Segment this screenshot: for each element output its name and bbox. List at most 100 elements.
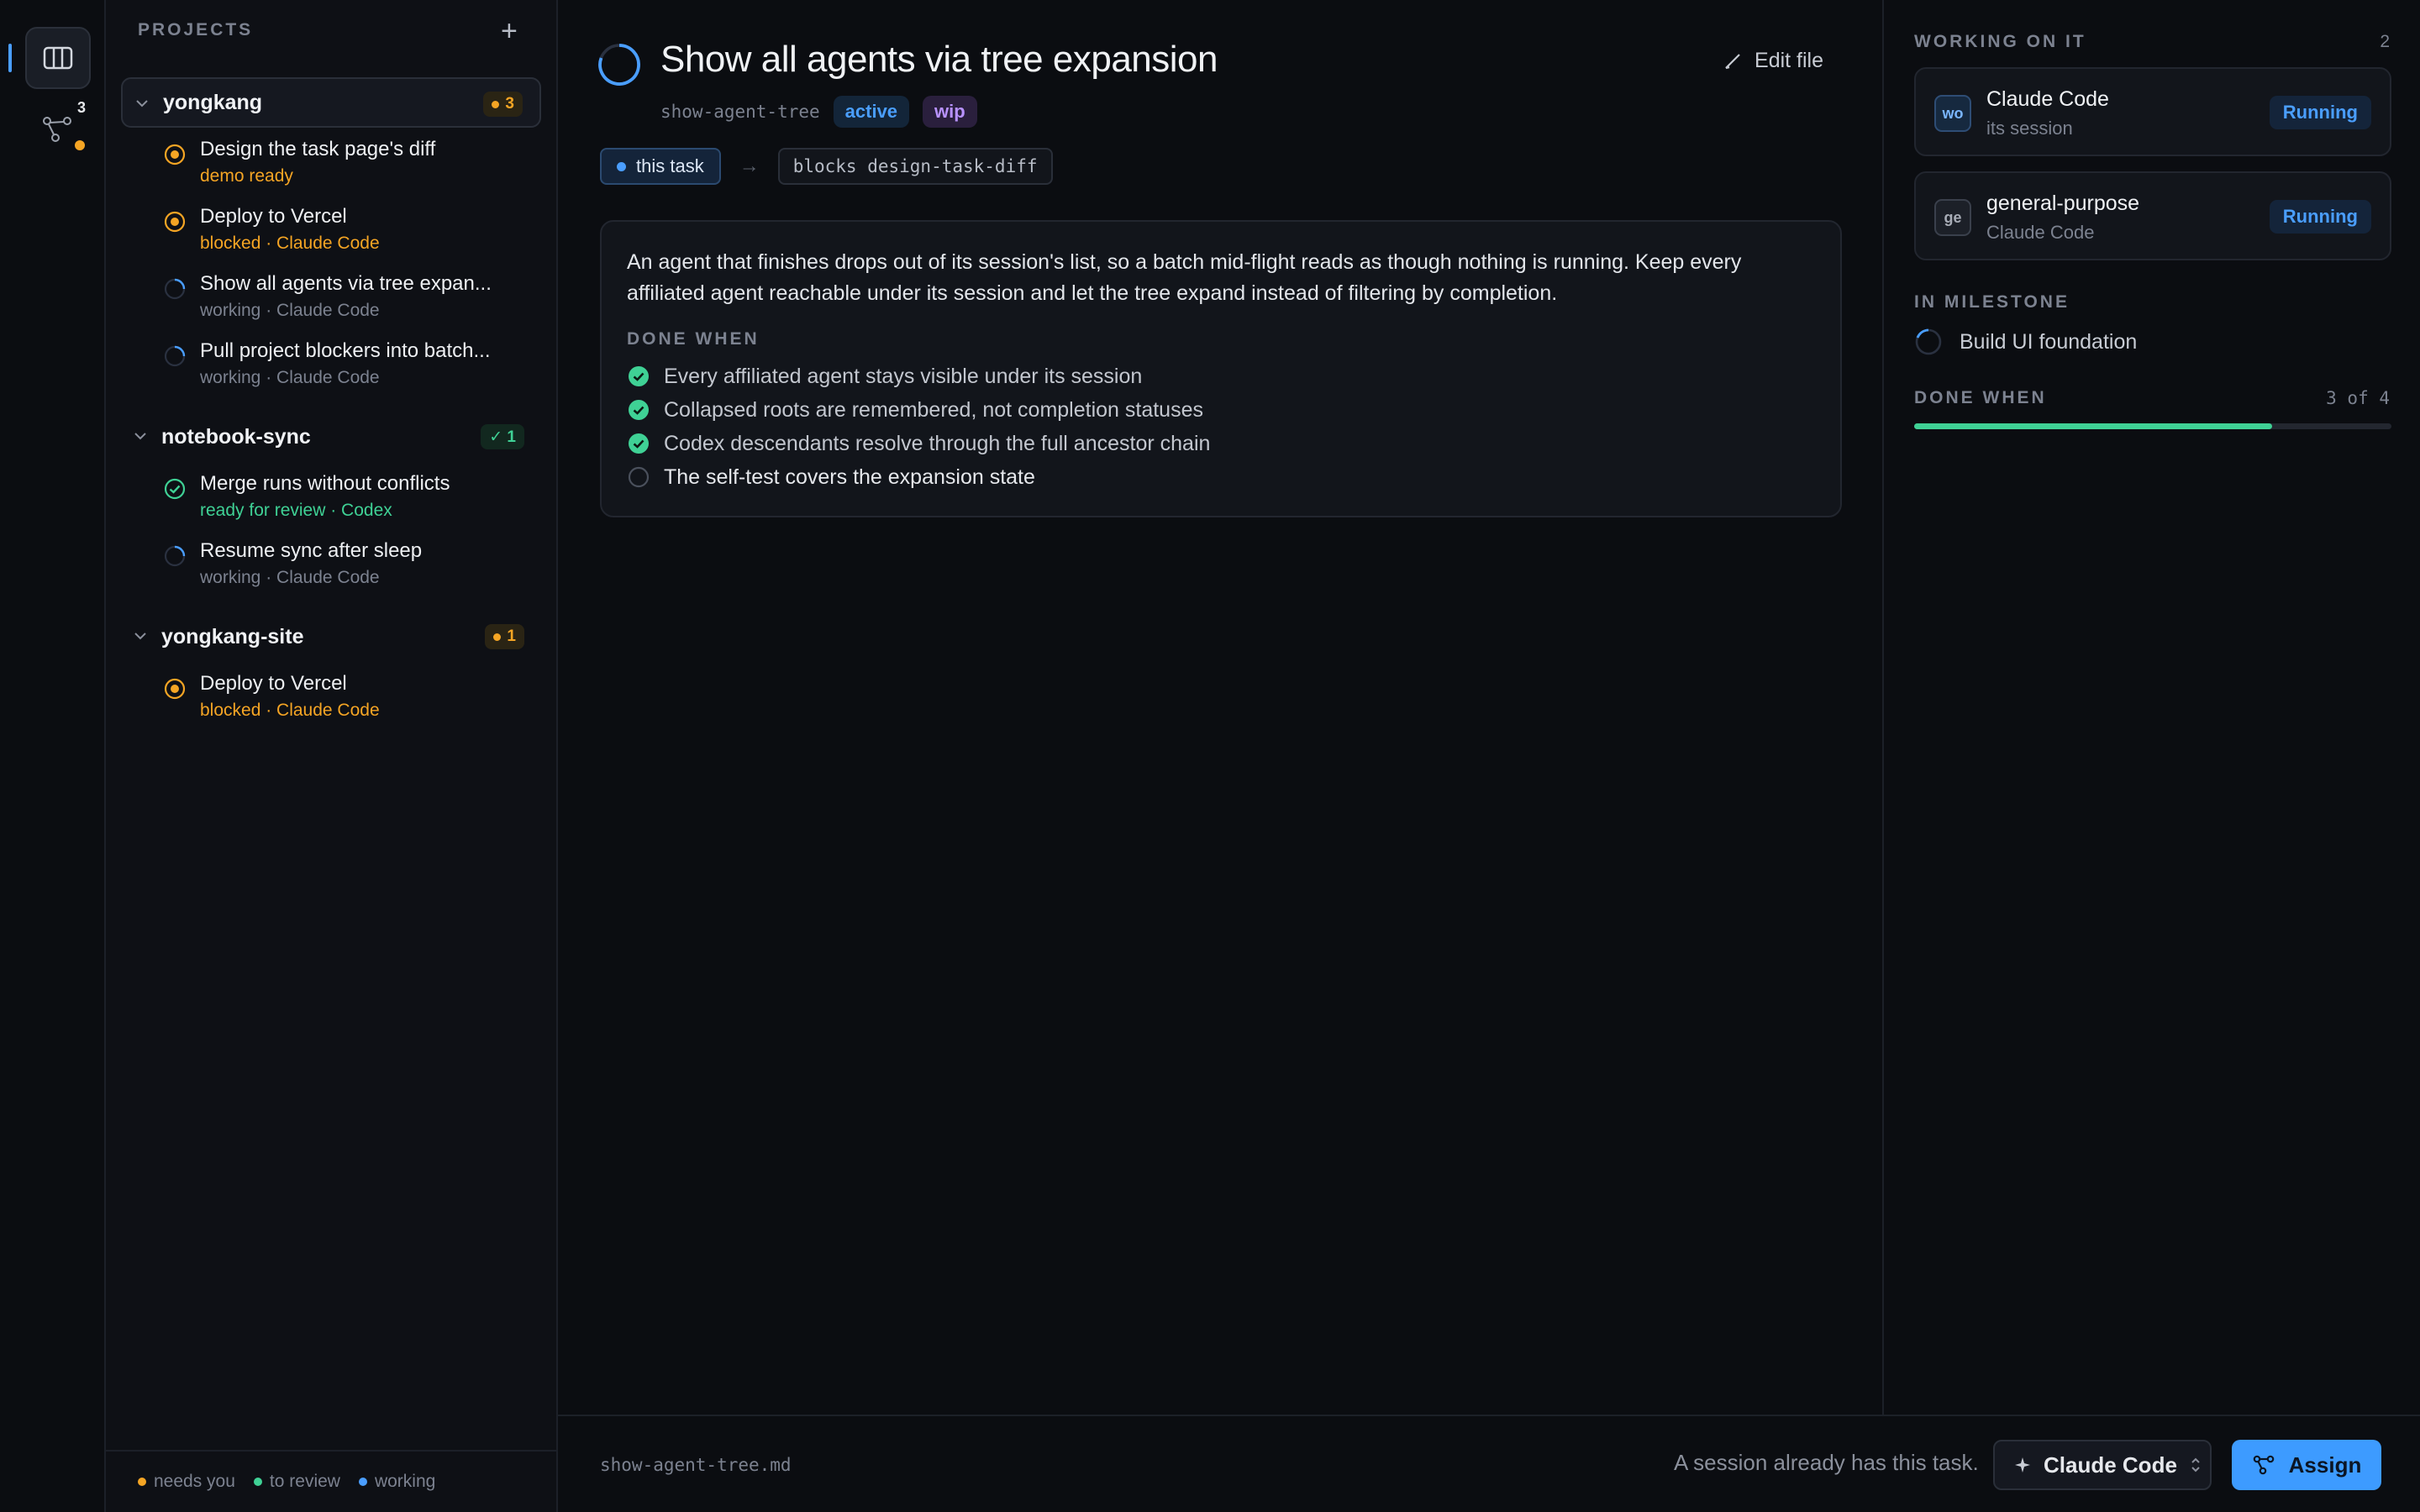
task-status: working · Claude Code	[200, 301, 380, 320]
dependency-chain: this task → blocks design-task-diff	[600, 148, 1053, 185]
task-status: working · Claude Code	[200, 568, 380, 587]
task-title: Design the task page's diff	[200, 138, 436, 160]
project-header[interactable]: notebook-sync ✓ 1	[121, 412, 541, 462]
projects-sidebar: PROJECTS + yongkang 3 Design the task pa…	[106, 0, 558, 1512]
done-when-item[interactable]: Codex descendants resolve through the fu…	[627, 427, 1815, 460]
progress-fill	[1914, 423, 2272, 429]
check-circle-filled-icon	[629, 433, 649, 454]
legend-working: working	[358, 1472, 435, 1492]
milestone-link[interactable]: Build UI foundation	[1914, 328, 2137, 356]
working-on-it-heading: WORKING ON IT	[1914, 32, 2086, 51]
this-task-chip[interactable]: this task	[600, 148, 721, 185]
legend-needs-you: needs you	[138, 1472, 235, 1492]
task-status: blocked · Claude Code	[200, 701, 380, 720]
project-header[interactable]: yongkang 3	[121, 77, 541, 128]
task-status: blocked · Claude Code	[200, 234, 380, 253]
done-when-progress-heading: DONE WHEN	[1914, 388, 2047, 407]
agent-select[interactable]: Claude Code	[1993, 1440, 2212, 1490]
milestone-name: Build UI foundation	[1960, 329, 2138, 354]
agent-avatar: wo	[1934, 95, 1971, 132]
rail-active-indicator	[8, 44, 12, 72]
done-when-item[interactable]: Collapsed roots are remembered, not comp…	[627, 393, 1815, 427]
task-item[interactable]: Deploy to Vercel blocked · Claude Code	[121, 195, 541, 262]
agent-card[interactable]: ge general-purpose Claude Code Running	[1914, 171, 2391, 260]
task-title: Merge runs without conflicts	[200, 472, 450, 495]
nav-rail: 3	[0, 0, 106, 1512]
task-title: Pull project blockers into batch...	[200, 339, 491, 362]
task-title: Resume sync after sleep	[200, 539, 423, 562]
chevron-down-icon[interactable]	[133, 428, 148, 444]
agent-session: Claude Code	[1986, 222, 2095, 243]
board-view-button[interactable]	[25, 27, 91, 89]
needs-you-icon	[164, 211, 186, 233]
agent-name: general-purpose	[1986, 192, 2140, 215]
task-item[interactable]: Pull project blockers into batch... work…	[121, 329, 541, 396]
task-status: demo ready	[200, 166, 293, 186]
status-badge: Running	[2269, 96, 2371, 129]
task-meta: show-agent-tree active wip	[660, 96, 977, 128]
agent-avatar: ge	[1934, 199, 1971, 236]
check-circle-filled-icon	[629, 400, 649, 420]
blocks-task-chip[interactable]: blocks design-task-diff	[777, 148, 1053, 185]
agent-tree-icon	[2253, 1455, 2274, 1475]
in-milestone-heading: IN MILESTONE	[1914, 292, 2070, 312]
empty-circle-icon	[628, 466, 650, 488]
agent-tree-icon[interactable]	[40, 113, 74, 146]
task-status: working · Claude Code	[200, 368, 380, 387]
needs-you-icon	[164, 678, 186, 700]
task-item-selected[interactable]: Show all agents via tree expan... workin…	[121, 262, 541, 329]
project-header[interactable]: yongkang-site 1	[121, 612, 541, 662]
chevron-down-icon[interactable]	[133, 628, 148, 643]
status-legend: needs you to review working	[106, 1450, 558, 1512]
project-name: notebook-sync	[161, 424, 311, 449]
status-badge: active	[833, 96, 910, 128]
working-spinner-icon	[1915, 328, 1942, 355]
agent-name: Claude Code	[1986, 87, 2109, 111]
wip-badge: wip	[923, 96, 977, 128]
task-title: Deploy to Vercel	[200, 205, 347, 228]
working-spinner-icon	[164, 545, 186, 567]
project-yongkang-site: yongkang-site 1 Deploy to Vercel blocked…	[121, 612, 541, 729]
task-item[interactable]: Deploy to Vercel blocked · Claude Code	[121, 662, 541, 729]
project-yongkang: yongkang 3 Design the task page's diff d…	[121, 77, 541, 396]
assign-button[interactable]: Assign	[2232, 1440, 2381, 1490]
chevron-down-icon[interactable]	[134, 96, 150, 111]
needs-you-icon	[164, 144, 186, 165]
working-count: 2	[2380, 32, 2390, 51]
agent-tree-count: 3	[77, 99, 87, 116]
edit-file-label: Edit file	[1754, 49, 1823, 72]
task-slug: show-agent-tree	[660, 102, 820, 122]
edit-file-button[interactable]: Edit file	[1723, 49, 1823, 73]
done-when-heading: DONE WHEN	[627, 329, 760, 349]
check-circle-filled-icon	[629, 366, 649, 386]
project-name: yongkang-site	[161, 624, 304, 648]
task-item[interactable]: Resume sync after sleep working · Claude…	[121, 529, 541, 596]
project-name: yongkang	[163, 90, 263, 114]
add-project-button[interactable]: +	[501, 17, 518, 45]
columns-icon	[43, 46, 73, 70]
working-spinner-icon	[164, 278, 186, 300]
assign-label: Assign	[2288, 1452, 2362, 1478]
done-when-item[interactable]: Every affiliated agent stays visible und…	[627, 360, 1815, 393]
done-when-progress	[1914, 423, 2391, 429]
action-footer: show-agent-tree.md A session already has…	[558, 1415, 2420, 1512]
check-circle-icon	[164, 478, 186, 500]
done-when-item[interactable]: The self-test covers the expansion state	[627, 460, 1815, 494]
task-description: An agent that finishes drops out of its …	[627, 250, 1742, 305]
task-item[interactable]: Merge runs without conflicts ready for r…	[121, 462, 541, 529]
chevron-updown-icon	[2191, 1457, 2200, 1473]
task-detail: Show all agents via tree expansion Edit …	[558, 0, 1882, 1415]
project-notebook-sync: notebook-sync ✓ 1 Merge runs without con…	[121, 412, 541, 596]
task-side-panel: WORKING ON IT 2 wo Claude Code its sessi…	[1882, 0, 2420, 1415]
task-title: Show all agents via tree expan...	[200, 272, 492, 295]
legend-to-review: to review	[253, 1472, 340, 1492]
needs-you-badge: 3	[483, 92, 523, 117]
agent-card[interactable]: wo Claude Code its session Running	[1914, 67, 2391, 156]
done-when-count: 3 of 4	[2326, 388, 2390, 408]
task-item[interactable]: Design the task page's diff demo ready	[121, 128, 541, 195]
pencil-icon	[1725, 53, 1740, 69]
task-description-card: An agent that finishes drops out of its …	[600, 220, 1842, 517]
session-note: A session already has this task.	[1674, 1450, 1979, 1475]
page-title: Show all agents via tree expansion	[660, 39, 1218, 80]
status-badge: Running	[2269, 200, 2371, 234]
